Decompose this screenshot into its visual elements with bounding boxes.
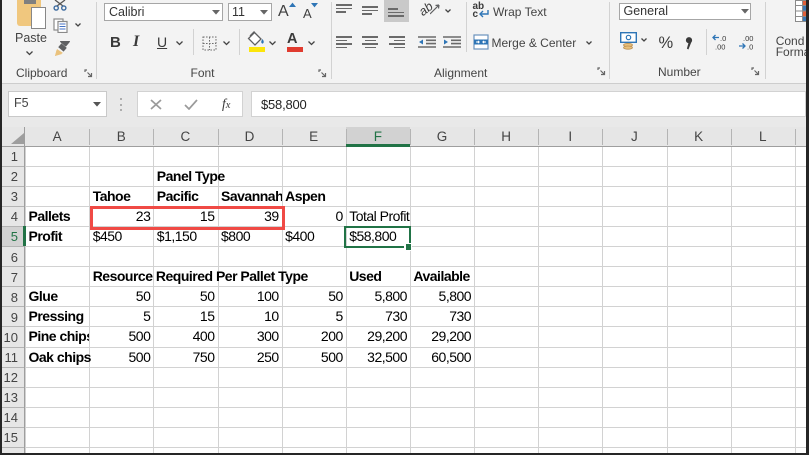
svg-text:.00: .00 (715, 43, 725, 51)
svg-text:.0: .0 (747, 43, 753, 51)
